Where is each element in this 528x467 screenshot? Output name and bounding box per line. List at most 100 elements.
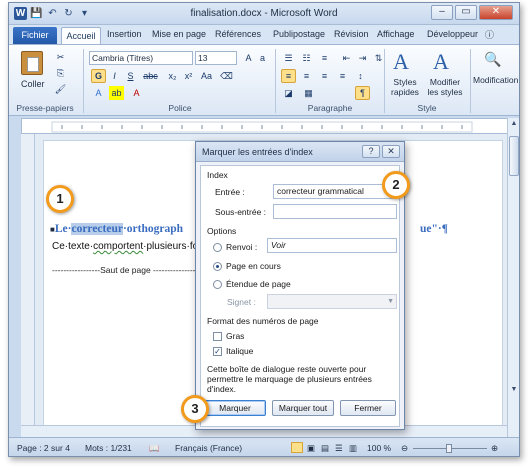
dialog-close-button[interactable]: ✕ bbox=[382, 145, 400, 158]
copy-icon[interactable]: ⎘ bbox=[53, 66, 68, 80]
align-center-button[interactable]: ≡ bbox=[299, 69, 314, 83]
highlight-icon[interactable]: ab bbox=[109, 86, 124, 100]
word-count-status[interactable]: Mots : 1/231 bbox=[85, 443, 132, 453]
cut-icon[interactable]: ✂ bbox=[53, 50, 68, 64]
print-layout-button[interactable] bbox=[291, 442, 303, 453]
subscript-button[interactable]: x₂ bbox=[165, 69, 180, 83]
shrink-font-icon[interactable]: a bbox=[255, 51, 270, 65]
outline-icon[interactable]: ☰ bbox=[335, 443, 343, 454]
grow-font-icon[interactable]: A bbox=[241, 51, 256, 65]
mark-button[interactable]: Marquer bbox=[204, 400, 266, 416]
font-color-icon[interactable]: A bbox=[129, 86, 144, 100]
full-screen-reading-icon[interactable]: ▣ bbox=[307, 443, 315, 454]
selected-word[interactable]: correcteur bbox=[71, 223, 123, 235]
quick-styles-icon[interactable]: A bbox=[393, 49, 409, 75]
bold-checkbox[interactable] bbox=[213, 332, 222, 341]
renvoi-radio[interactable] bbox=[213, 243, 222, 252]
spelling-error-word[interactable]: comportent bbox=[93, 241, 143, 252]
increase-indent-icon[interactable]: ⇥ bbox=[355, 51, 370, 65]
mark-all-button[interactable]: Marquer tout bbox=[272, 400, 334, 416]
superscript-button[interactable]: x² bbox=[181, 69, 196, 83]
change-styles-icon[interactable]: A bbox=[433, 49, 449, 75]
dialog-help-button[interactable]: ? bbox=[362, 145, 380, 158]
body-line[interactable]: Ce·texte·comportent·plusieurs·fo bbox=[52, 241, 198, 252]
change-case-button[interactable]: Aa bbox=[199, 69, 214, 83]
clear-format-icon[interactable]: ⌫ bbox=[219, 69, 234, 83]
subentry-input[interactable] bbox=[273, 204, 397, 219]
zoom-level[interactable]: 100 % bbox=[367, 443, 391, 453]
tab-accueil[interactable]: Accueil bbox=[61, 27, 101, 45]
bold-checkbox-label[interactable]: Gras bbox=[226, 331, 244, 341]
tab-fichier[interactable]: Fichier bbox=[13, 27, 57, 44]
tab-developpeur[interactable]: Développeur bbox=[427, 29, 478, 39]
scroll-thumb[interactable] bbox=[509, 136, 519, 176]
zoom-slider[interactable] bbox=[413, 444, 487, 453]
dialog-note: Cette boîte de dialogue reste ouverte po… bbox=[207, 364, 372, 394]
justify-button[interactable]: ≡ bbox=[335, 69, 350, 83]
show-formatting-button[interactable]: ¶ bbox=[355, 86, 370, 100]
change-styles-label[interactable]: Modifier les styles bbox=[425, 77, 465, 97]
paste-icon[interactable] bbox=[21, 51, 43, 75]
italic-checkbox-label[interactable]: Italique bbox=[226, 346, 253, 356]
tab-revision[interactable]: Révision bbox=[334, 29, 369, 39]
page-range-label[interactable]: Étendue de page bbox=[226, 279, 291, 289]
renvoi-input[interactable]: Voir bbox=[267, 238, 397, 253]
editing-label[interactable]: Modification bbox=[473, 75, 518, 85]
help-icon[interactable]: ⓘ bbox=[485, 28, 494, 41]
group-separator bbox=[83, 49, 84, 113]
page-range-radio[interactable] bbox=[213, 280, 222, 289]
align-left-button[interactable]: ≡ bbox=[281, 69, 296, 83]
italic-checkbox[interactable]: ✓ bbox=[213, 347, 222, 356]
italic-button[interactable]: I bbox=[107, 69, 122, 83]
zoom-slider-thumb[interactable] bbox=[446, 444, 452, 453]
close-button[interactable]: Fermer bbox=[340, 400, 396, 416]
decrease-indent-icon[interactable]: ⇤ bbox=[339, 51, 354, 65]
renvoi-label[interactable]: Renvoi : bbox=[226, 242, 257, 252]
current-page-radio[interactable] bbox=[213, 262, 222, 271]
paste-label[interactable]: Coller bbox=[21, 79, 45, 89]
horizontal-ruler[interactable] bbox=[21, 118, 519, 134]
bold-button[interactable]: G bbox=[91, 69, 106, 83]
font-size-select[interactable]: 13 bbox=[195, 51, 237, 65]
close-window-button[interactable]: ✕ bbox=[479, 5, 513, 20]
draft-icon[interactable]: ▥ bbox=[349, 443, 357, 454]
page-break-marker: -----------------Saut de page ----------… bbox=[52, 265, 199, 275]
format-painter-icon[interactable]: 🖌 bbox=[53, 82, 68, 96]
group-style-label: Style bbox=[417, 103, 437, 113]
align-right-button[interactable]: ≡ bbox=[317, 69, 332, 83]
restore-button[interactable]: ▭ bbox=[455, 5, 477, 20]
current-page-label[interactable]: Page en cours bbox=[226, 261, 281, 271]
font-name-select[interactable]: Cambria (Titres) bbox=[89, 51, 193, 65]
vertical-scrollbar[interactable]: ▲ ▼ bbox=[507, 118, 519, 438]
tab-affichage[interactable]: Affichage bbox=[377, 29, 414, 39]
bullets-icon[interactable]: ☰ bbox=[281, 51, 296, 65]
line-spacing-icon[interactable]: ↕ bbox=[353, 69, 368, 83]
tab-mise-en-page[interactable]: Mise en page bbox=[152, 29, 206, 39]
vertical-ruler[interactable] bbox=[21, 134, 35, 434]
proofing-icon[interactable]: 📖 bbox=[149, 443, 160, 454]
minimize-button[interactable]: – bbox=[431, 5, 453, 20]
entry-input[interactable]: correcteur grammatical bbox=[273, 184, 397, 199]
shading-icon[interactable]: ◪ bbox=[281, 86, 296, 100]
multilevel-list-icon[interactable]: ≡ bbox=[317, 51, 332, 65]
heading-line[interactable]: ■Le·correcteur·orthograph bbox=[50, 223, 183, 235]
page-number-format-label: Format des numéros de page bbox=[207, 316, 319, 326]
text-effects-icon[interactable]: A bbox=[91, 86, 106, 100]
group-paragraph-label: Paragraphe bbox=[307, 103, 353, 113]
numbering-icon[interactable]: ☷ bbox=[299, 51, 314, 65]
language-status[interactable]: Français (France) bbox=[175, 443, 242, 453]
web-layout-icon[interactable]: ▤ bbox=[321, 443, 329, 454]
heading-text-before: Le· bbox=[54, 223, 72, 235]
find-icon[interactable]: 🔍 bbox=[484, 51, 501, 68]
borders-icon[interactable]: ▦ bbox=[301, 86, 316, 100]
underline-button[interactable]: S bbox=[123, 69, 138, 83]
tab-publipostage[interactable]: Publipostage bbox=[273, 29, 325, 39]
bookmark-select[interactable]: ▼ bbox=[267, 294, 397, 309]
zoom-in-icon[interactable]: ⊕ bbox=[491, 443, 498, 454]
tab-references[interactable]: Références bbox=[215, 29, 261, 39]
quick-styles-label[interactable]: Styles rapides bbox=[387, 77, 423, 97]
strikethrough-button[interactable]: abc bbox=[143, 69, 158, 83]
page-count-status[interactable]: Page : 2 sur 4 bbox=[17, 443, 70, 453]
zoom-out-icon[interactable]: ⊖ bbox=[401, 443, 408, 454]
tab-insertion[interactable]: Insertion bbox=[107, 29, 142, 39]
